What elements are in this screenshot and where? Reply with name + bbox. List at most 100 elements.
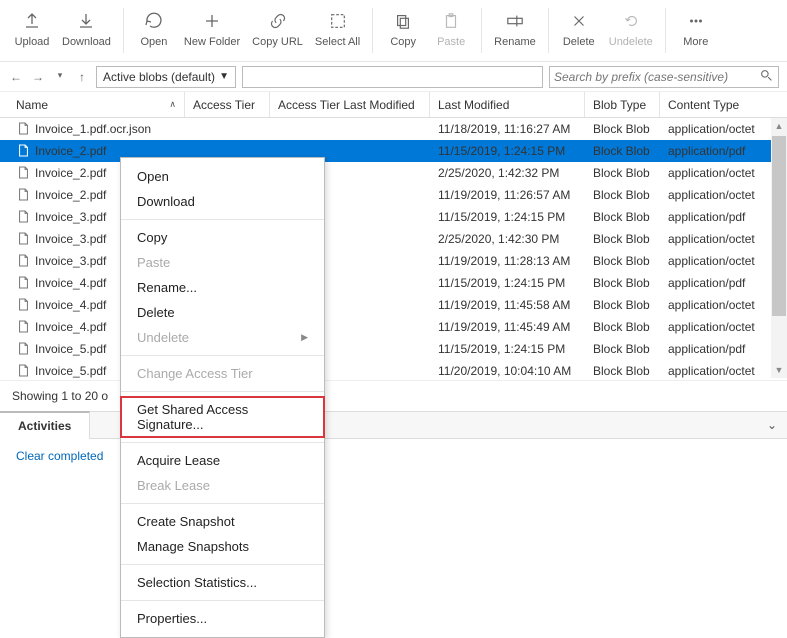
table-row[interactable]: Invoice_3.pdf2/25/2020, 1:42:30 PMBlock … — [0, 228, 787, 250]
file-icon — [18, 298, 30, 312]
table-row[interactable]: Invoice_4.pdf 11/15/2019, 1:24:15 PMBlock… — [0, 272, 787, 294]
clear-completed-link[interactable]: Clear completed — [0, 439, 787, 473]
path-input[interactable] — [242, 66, 543, 88]
expand-activities-icon[interactable]: ⌄ — [757, 418, 787, 432]
link-icon — [267, 10, 289, 32]
cell-modified: 11/20/2019, 10:04:10 AM — [430, 360, 585, 380]
delete-icon — [568, 10, 590, 32]
cell-modified: 11/19/2019, 11:45:49 AM — [430, 316, 585, 338]
search-input[interactable] — [554, 70, 760, 84]
file-icon — [18, 210, 30, 224]
activities-bar: Activities ⌄ — [0, 411, 787, 439]
cell-modified: 11/15/2019, 1:24:15 PM — [430, 272, 585, 294]
delete-button[interactable]: Delete — [555, 6, 603, 56]
table-row[interactable]: Invoice_4.pdf 11/19/2019, 11:45:49 AMBloc… — [0, 316, 787, 338]
file-name: Invoice_4.pdf — [35, 320, 106, 334]
context-menu-item[interactable]: Download — [121, 189, 324, 214]
table-row[interactable]: Invoice_1.pdf.ocr.json11/18/2019, 11:16:… — [0, 118, 787, 140]
cell-content-type: application/pdf — [660, 338, 787, 360]
context-menu-item[interactable]: Manage Snapshots — [121, 534, 324, 559]
search-box[interactable] — [549, 66, 779, 88]
nav-up-icon[interactable]: ↑ — [74, 70, 90, 84]
cell-blob-type: Block Blob — [585, 140, 660, 162]
undo-icon — [620, 10, 642, 32]
submenu-arrow-icon: ▶ — [301, 332, 308, 343]
col-content-type[interactable]: Content Type — [660, 92, 787, 117]
sort-asc-icon: ∧ — [169, 99, 176, 110]
table-row[interactable]: Invoice_2.pdf11/19/2019, 11:26:57 AMBloc… — [0, 184, 787, 206]
col-last-modified[interactable]: Last Modified — [430, 92, 585, 117]
table-row[interactable]: Invoice_3.pdf11/19/2019, 11:28:13 AMBloc… — [0, 250, 787, 272]
col-name[interactable]: Name∧ — [0, 92, 185, 117]
file-name: Invoice_3.pdf — [35, 210, 106, 224]
cell-modified: 2/25/2020, 1:42:32 PM — [430, 162, 585, 184]
file-grid: Name∧ Access Tier Access Tier Last Modif… — [0, 92, 787, 380]
table-row[interactable]: Invoice_2.pdf2/25/2020, 1:42:32 PMBlock … — [0, 162, 787, 184]
table-row[interactable]: Invoice_5.pdf11/15/2019, 1:24:15 PMBlock… — [0, 338, 787, 360]
copy-button[interactable]: Copy — [379, 6, 427, 56]
context-menu-item[interactable]: Delete — [121, 300, 324, 325]
cell-blob-type: Block Blob — [585, 228, 660, 250]
status-text: Showing 1 to 20 o — [0, 380, 787, 411]
file-name: Invoice_1.pdf.ocr.json — [35, 122, 151, 136]
dropdown-label: Active blobs (default) — [103, 70, 215, 84]
file-name: Invoice_2.pdf — [35, 188, 106, 202]
col-blob-type[interactable]: Blob Type — [585, 92, 660, 117]
selectall-button[interactable]: Select All — [309, 6, 366, 56]
context-menu-item[interactable]: Acquire Lease — [121, 448, 324, 473]
cell-modified: 11/19/2019, 11:45:58 AM — [430, 294, 585, 316]
open-button[interactable]: Open — [130, 6, 178, 56]
cell-content-type: application/octet — [660, 184, 787, 206]
cell-content-type: application/octet — [660, 250, 787, 272]
search-icon — [760, 69, 774, 85]
context-menu-item[interactable]: Open — [121, 164, 324, 189]
plus-icon — [201, 10, 223, 32]
chevron-down-icon: ▼ — [219, 71, 229, 82]
cell-blob-type: Block Blob — [585, 338, 660, 360]
file-icon — [18, 364, 30, 378]
table-row[interactable]: Invoice_3.pdf11/15/2019, 1:24:15 PMBlock… — [0, 206, 787, 228]
cell-blob-type: Block Blob — [585, 316, 660, 338]
nav-back-icon[interactable]: ← — [8, 70, 24, 84]
file-name: Invoice_4.pdf — [35, 276, 106, 290]
context-menu-item: Break Lease — [121, 473, 324, 498]
cell-content-type: application/octet — [660, 228, 787, 250]
context-menu-item[interactable]: Create Snapshot — [121, 509, 324, 534]
table-row[interactable]: Invoice_4.pdf11/19/2019, 11:45:58 AMBloc… — [0, 294, 787, 316]
cell-content-type: application/octet — [660, 294, 787, 316]
file-name: Invoice_5.pdf — [35, 364, 106, 378]
col-tier-modified[interactable]: Access Tier Last Modified — [270, 92, 430, 117]
file-icon — [18, 188, 30, 202]
more-button[interactable]: More — [672, 6, 720, 56]
upload-button[interactable]: Upload — [8, 6, 56, 56]
context-menu-item[interactable]: Selection Statistics... — [121, 570, 324, 595]
file-name: Invoice_2.pdf — [35, 166, 106, 180]
undelete-button: Undelete — [603, 6, 659, 56]
nav-forward-icon[interactable]: → — [30, 70, 46, 84]
newfolder-button[interactable]: New Folder — [178, 6, 246, 56]
table-row[interactable]: Invoice_2.pdf11/15/2019, 1:24:15 PMBlock… — [0, 140, 787, 162]
file-name: Invoice_5.pdf — [35, 342, 106, 356]
col-access-tier[interactable]: Access Tier — [185, 92, 270, 117]
file-icon — [18, 342, 30, 356]
context-menu-item[interactable]: Properties... — [121, 606, 324, 631]
context-menu-item[interactable]: Rename... — [121, 275, 324, 300]
cell-content-type: application/pdf — [660, 140, 787, 162]
copyurl-button[interactable]: Copy URL — [246, 6, 309, 56]
activities-tab[interactable]: Activities — [0, 411, 90, 439]
file-name: Invoice_3.pdf — [35, 254, 106, 268]
grid-rows: ▲ ▼ Invoice_1.pdf.ocr.json11/18/2019, 11… — [0, 118, 787, 380]
paste-icon — [440, 10, 462, 32]
nav-dropdown-icon[interactable]: ▾ — [52, 70, 68, 84]
rename-button[interactable]: Rename — [488, 6, 542, 56]
file-icon — [18, 320, 30, 334]
blob-filter-dropdown[interactable]: Active blobs (default) ▼ — [96, 66, 236, 88]
table-row[interactable]: Invoice_5.pdf11/20/2019, 10:04:10 AMBloc… — [0, 360, 787, 380]
cell-modified: 11/15/2019, 1:24:15 PM — [430, 206, 585, 228]
cell-blob-type: Block Blob — [585, 272, 660, 294]
context-menu-item[interactable]: Get Shared Access Signature... — [121, 397, 324, 437]
cell-modified: 2/25/2020, 1:42:30 PM — [430, 228, 585, 250]
download-button[interactable]: Download — [56, 6, 117, 56]
context-menu-item[interactable]: Copy — [121, 225, 324, 250]
cell-modified: 11/15/2019, 1:24:15 PM — [430, 140, 585, 162]
